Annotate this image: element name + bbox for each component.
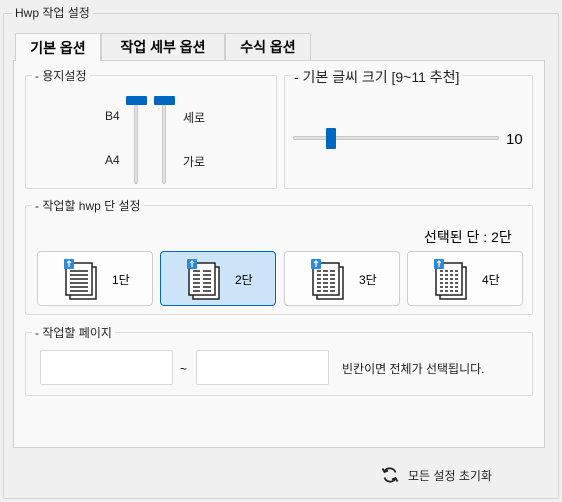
one-column-document-icon	[64, 259, 97, 300]
font-size-group	[284, 75, 533, 189]
font-size-title: - 기본 글씨 크기 [9~11 추천]	[291, 67, 463, 87]
reset-all-settings-label: 모든 설정 초기화	[408, 468, 492, 483]
four-column-document-icon	[434, 259, 467, 300]
tab-basic-options-label: 기본 옵션	[30, 39, 86, 56]
three-column-label: 3단	[359, 273, 377, 287]
a4-label: A4	[105, 153, 120, 167]
orientation-slider-track[interactable]	[162, 100, 166, 184]
two-column-label: 2단	[235, 273, 253, 287]
pages-title: - 작업할 페이지	[32, 324, 115, 341]
two-column-document-icon	[187, 259, 220, 300]
one-column-label: 1단	[112, 273, 130, 287]
four-column-button[interactable]: 4단	[407, 251, 523, 306]
page-range-separator: ~	[180, 362, 188, 376]
paper-settings-title: - 용지설정	[32, 67, 90, 84]
page-to-input[interactable]	[196, 350, 329, 385]
reset-all-settings-button[interactable]: 모든 설정 초기화	[380, 464, 492, 486]
two-column-button[interactable]: 2단	[160, 251, 276, 306]
tab-detail-options-label: 작업 세부 옵션	[120, 39, 206, 55]
page-range-hint: 빈칸이면 전체가 선택됩니다.	[342, 362, 485, 376]
columns-title: - 작업할 hwp 단 설정	[32, 197, 144, 214]
font-size-value: 10	[506, 131, 523, 148]
paper-size-slider-thumb[interactable]	[126, 96, 147, 105]
three-column-document-icon	[311, 259, 344, 300]
orientation-slider-thumb[interactable]	[154, 96, 175, 105]
tab-formula-options[interactable]: 수식 옵션	[225, 33, 311, 60]
portrait-label: 세로	[183, 111, 206, 125]
one-column-button[interactable]: 1단	[37, 251, 153, 306]
refresh-icon	[381, 467, 399, 483]
four-column-label: 4단	[482, 273, 500, 287]
selected-columns-text: 선택된 단 : 2단	[424, 229, 512, 245]
paper-settings-group	[25, 75, 277, 189]
settings-group-title: Hwp 작업 설정	[12, 4, 93, 21]
font-size-slider-thumb[interactable]	[326, 128, 336, 149]
b4-label: B4	[105, 109, 120, 123]
paper-size-slider-track[interactable]	[134, 100, 138, 184]
three-column-button[interactable]: 3단	[284, 251, 400, 306]
tab-formula-options-label: 수식 옵션	[240, 39, 296, 55]
tab-detail-options[interactable]: 작업 세부 옵션	[101, 33, 225, 60]
tab-basic-options[interactable]: 기본 옵션	[15, 33, 101, 61]
landscape-label: 가로	[183, 155, 206, 169]
page-from-input[interactable]	[40, 350, 173, 385]
font-size-slider-track[interactable]	[293, 136, 499, 140]
